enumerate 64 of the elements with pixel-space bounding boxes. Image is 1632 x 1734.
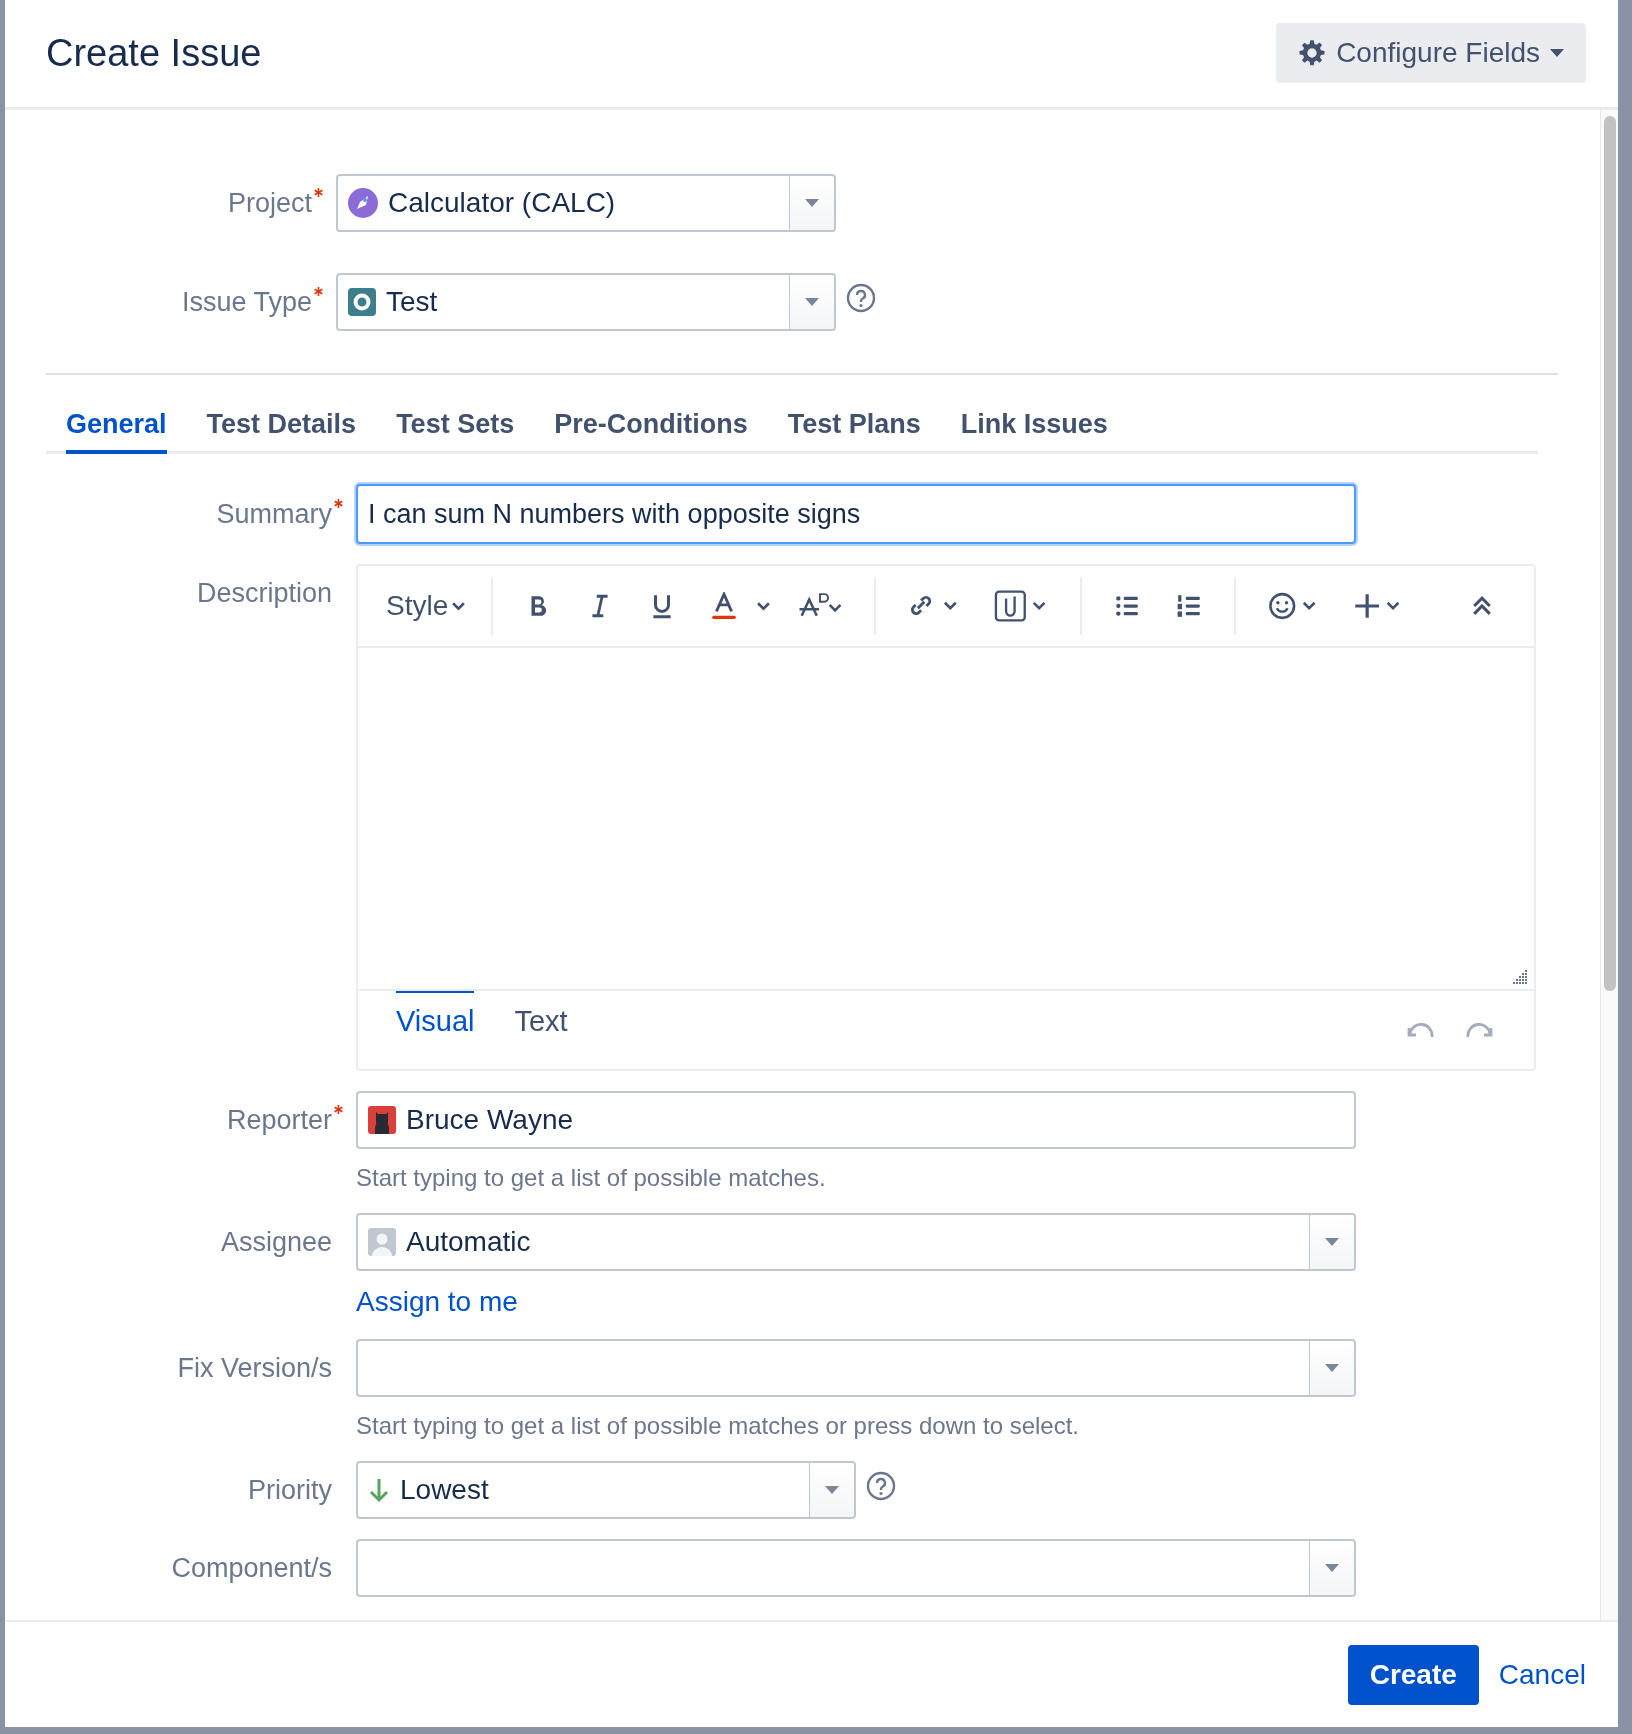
configure-fields-button[interactable]: Configure Fields — [1276, 22, 1586, 83]
dropdown-toggle[interactable] — [1309, 1215, 1354, 1269]
select-field[interactable]: Automatic — [356, 1213, 1356, 1271]
caret-icon — [1325, 1238, 1339, 1246]
user-avatar-icon — [368, 1106, 396, 1134]
caret-icon — [825, 1486, 839, 1494]
caret-icon — [1325, 1364, 1339, 1372]
field-label: Reporter — [226, 1104, 332, 1136]
field-label: Component/s — [171, 1552, 332, 1584]
description-editor[interactable]: Style Visual Text — [356, 564, 1536, 1071]
collapse-icon[interactable] — [1472, 596, 1492, 616]
field-label: Summary — [216, 498, 332, 530]
help-icon[interactable] — [866, 1471, 896, 1501]
caret-icon — [1550, 48, 1564, 57]
bullet-list-icon[interactable] — [1114, 593, 1141, 619]
caret-icon — [805, 199, 819, 207]
tab[interactable]: General — [66, 397, 167, 454]
chevron-down-icon[interactable] — [757, 601, 771, 611]
field-label: Project — [227, 187, 312, 219]
dropdown-toggle[interactable] — [789, 275, 834, 329]
tab[interactable]: Test Details — [206, 397, 357, 454]
dropdown-toggle[interactable] — [789, 176, 834, 230]
summary-field[interactable]: I can sum N numbers with opposite signs — [356, 484, 1356, 544]
chevron-down-icon — [452, 601, 466, 611]
cancel-link[interactable]: Cancel — [1498, 1658, 1586, 1691]
resize-grip-icon[interactable] — [1512, 969, 1528, 985]
field-label: Fix Version/s — [177, 1352, 332, 1384]
numbered-list-icon[interactable] — [1176, 593, 1203, 619]
select-field[interactable]: Lowest — [356, 1461, 856, 1519]
settings-icon — [1298, 38, 1327, 67]
dropdown-toggle[interactable] — [1309, 1541, 1354, 1595]
dropdown-toggle[interactable] — [1309, 1341, 1354, 1395]
dropdown-toggle[interactable] — [809, 1463, 854, 1517]
help-text: Start typing to get a list of possible matches or press down to select. — [356, 1411, 1081, 1441]
select-field[interactable] — [356, 1339, 1356, 1397]
scrollbar-thumb[interactable] — [1604, 116, 1616, 991]
help-icon[interactable] — [846, 283, 876, 313]
default-avatar-icon — [368, 1228, 396, 1256]
field-label: Priority — [248, 1474, 332, 1506]
caret-icon — [805, 298, 819, 306]
select-field[interactable]: Test — [336, 273, 836, 331]
select-field[interactable] — [356, 1539, 1356, 1597]
tab[interactable]: Test Sets — [396, 397, 515, 454]
select-field[interactable]: Calculator (CALC) — [336, 174, 836, 232]
scrollbar[interactable] — [1600, 110, 1618, 1620]
test-type-icon — [348, 288, 376, 316]
tab[interactable]: Test Plans — [787, 397, 921, 454]
field-label: Assignee — [220, 1226, 332, 1258]
editor-mode-tab[interactable]: Visual — [396, 989, 475, 1038]
assign-to-me-link[interactable]: Assign to me — [356, 1285, 518, 1319]
text-color-icon[interactable] — [711, 592, 738, 620]
rocket-avatar-icon — [348, 188, 378, 218]
caret-icon — [1325, 1564, 1339, 1572]
field-label: Description — [196, 578, 332, 609]
user-picker-field[interactable]: Bruce Wayne — [356, 1091, 1356, 1149]
editor-mode-tab[interactable]: Text — [514, 989, 568, 1038]
tab[interactable]: Pre-Conditions — [554, 397, 748, 454]
help-text: Start typing to get a list of possible matches. — [356, 1163, 827, 1193]
tab[interactable]: Link Issues — [960, 397, 1108, 454]
field-label: Issue Type — [181, 286, 312, 318]
arrow-down-icon — [368, 1477, 390, 1503]
dialog-title: Create Issue — [46, 32, 263, 75]
style-menu-button[interactable]: Style — [380, 590, 472, 622]
create-button[interactable]: Create — [1347, 1644, 1479, 1705]
